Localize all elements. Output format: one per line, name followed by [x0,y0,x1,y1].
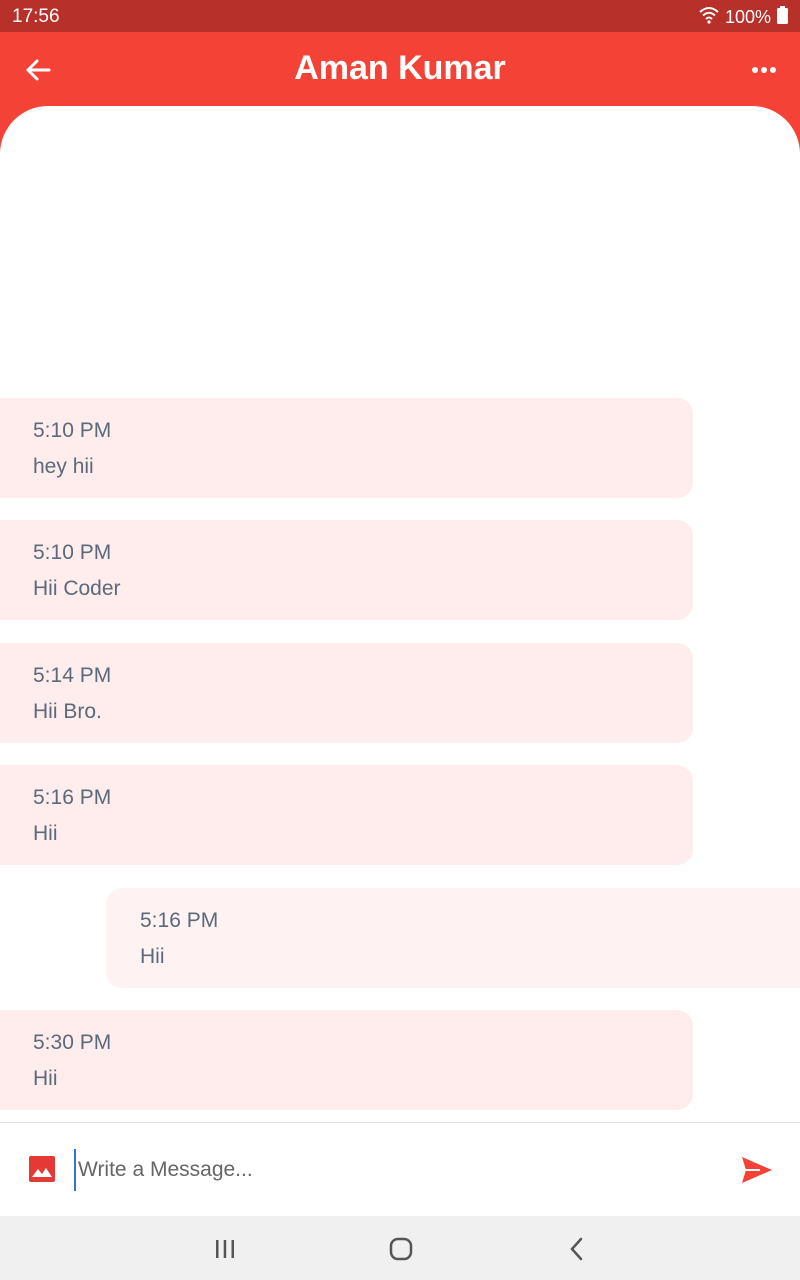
status-time: 17:56 [12,6,60,27]
message-composer [0,1122,800,1216]
more-options-button[interactable] [746,54,782,86]
message-list[interactable]: 5:10 PM hey hii 5:10 PM Hii Coder 5:14 P… [0,106,800,1122]
message-bubble: 5:30 PM Hii [0,1010,693,1110]
message-time: 5:16 PM [140,909,219,932]
message-time: 5:14 PM [33,664,112,687]
attach-image-button[interactable] [28,1155,56,1183]
home-button[interactable] [386,1234,416,1264]
message-text: Hii [33,1067,58,1090]
nav-back-button[interactable] [562,1234,592,1264]
message-input[interactable] [74,1149,720,1191]
message-bubble: 5:10 PM hey hii [0,398,693,498]
message-bubble: 5:16 PM Hii [106,888,800,988]
message-time: 5:10 PM [33,541,112,564]
message-time: 5:16 PM [33,786,112,809]
wifi-icon [699,6,719,29]
recents-button[interactable] [210,1234,240,1264]
more-horizontal-icon [752,67,776,73]
message-text: Hii [140,945,165,968]
battery-label: 100% [724,7,771,27]
message-text: hey hii [33,455,94,478]
message-time: 5:10 PM [33,419,112,442]
message-bubble: 5:10 PM Hii Coder [0,520,693,620]
image-icon [29,1156,55,1182]
send-icon [742,1157,772,1183]
status-bar: 17:56 100% [0,0,800,32]
send-button[interactable] [740,1155,774,1185]
message-bubble: 5:14 PM Hii Bro. [0,643,693,743]
message-text: Hii [33,822,58,845]
back-icon [570,1237,583,1261]
message-text: Hii Coder [33,577,121,600]
message-bubble: 5:16 PM Hii [0,765,693,865]
recents-icon [216,1240,234,1258]
home-icon [389,1237,413,1261]
system-nav-bar [0,1216,800,1280]
message-text: Hii Bro. [33,700,102,723]
message-time: 5:30 PM [33,1031,112,1054]
chat-title: Aman Kumar [294,49,506,87]
status-indicators: 100% [699,6,788,29]
battery-icon [777,6,788,29]
